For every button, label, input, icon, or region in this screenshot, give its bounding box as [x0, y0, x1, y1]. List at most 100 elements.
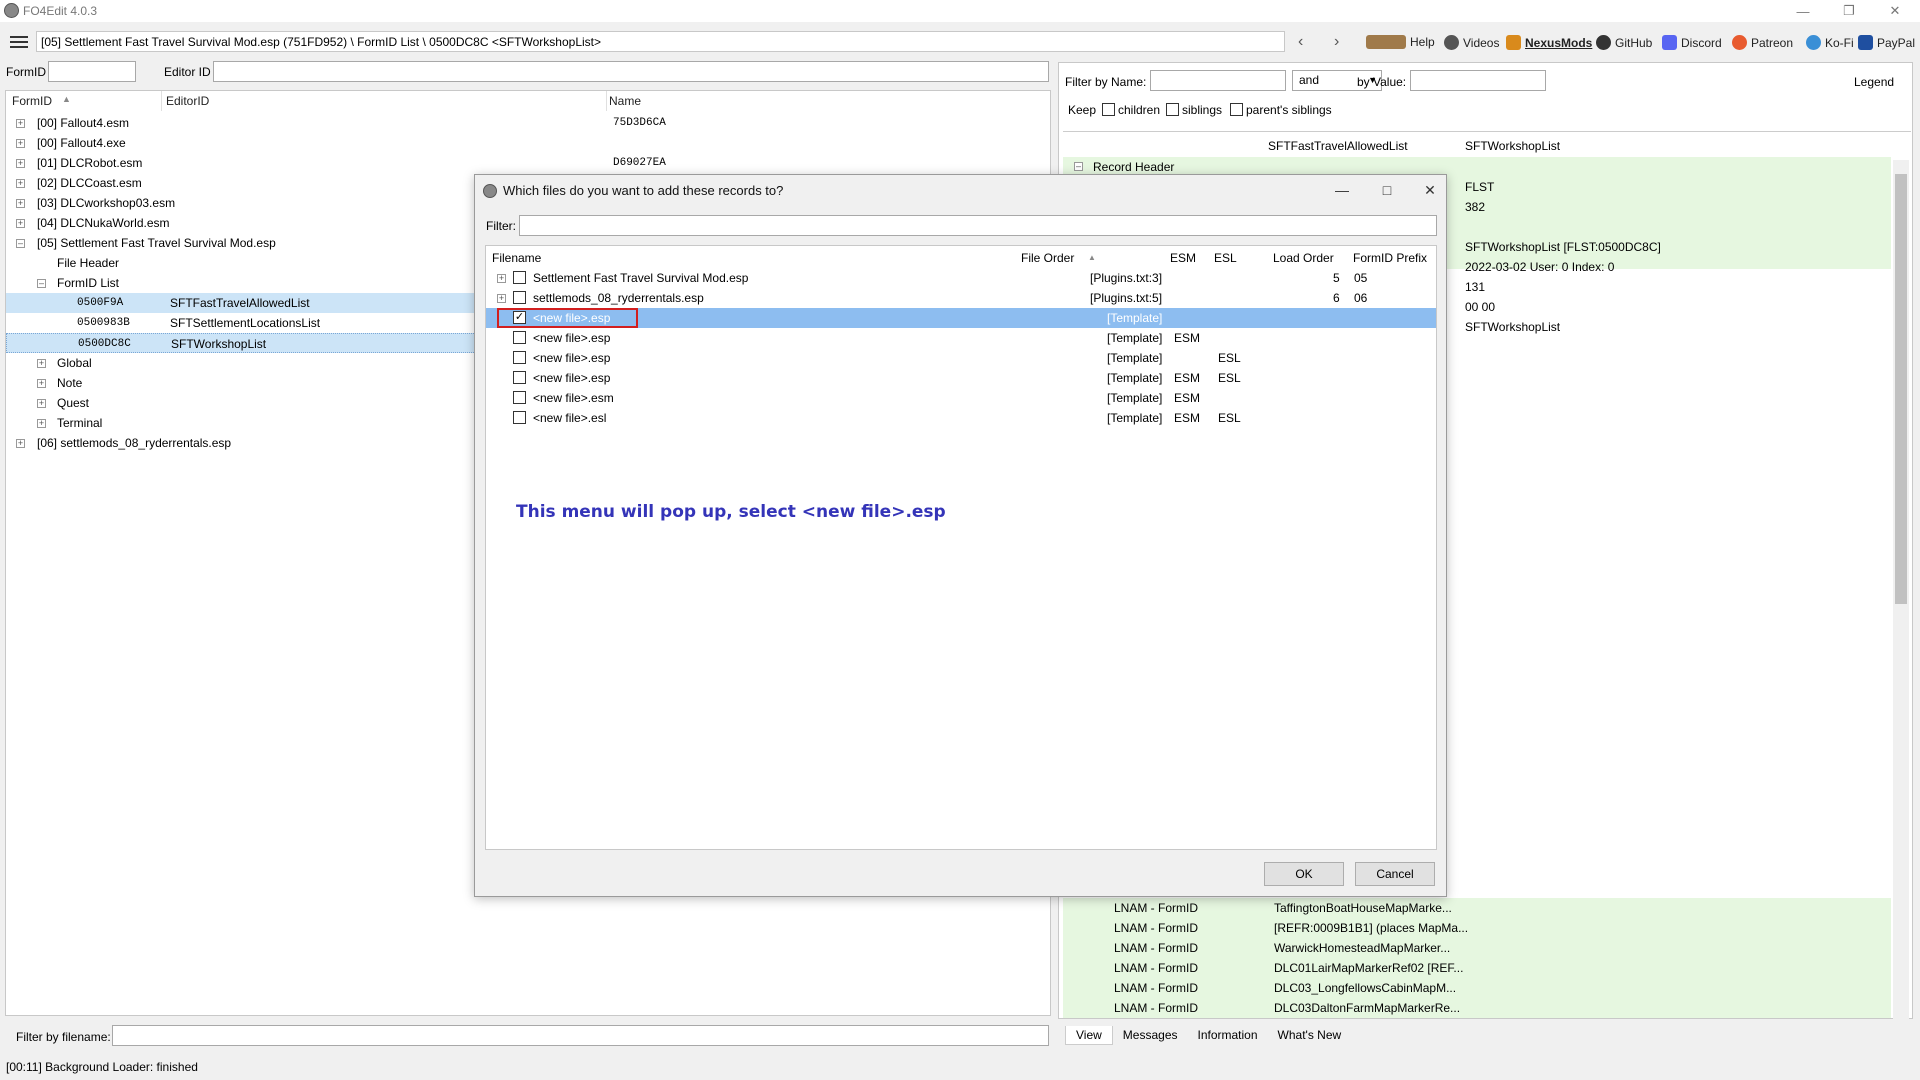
editorid-input[interactable] — [213, 61, 1049, 82]
collapse-icon[interactable]: – — [1074, 162, 1083, 171]
minimize-icon[interactable]: — — [1327, 179, 1357, 201]
app-icon — [483, 183, 497, 198]
file-row[interactable]: <new file>.esp [Template] ESL — [486, 348, 1436, 368]
menu-icon[interactable] — [10, 36, 28, 48]
parents-siblings-checkbox[interactable] — [1230, 103, 1243, 116]
tab-view[interactable]: View — [1065, 1026, 1113, 1045]
highlight-annotation-box — [497, 308, 638, 328]
paypal-icon — [1858, 35, 1873, 50]
file-checkbox[interactable] — [513, 291, 526, 304]
tab-information[interactable]: Information — [1188, 1026, 1268, 1045]
maximize-icon[interactable]: □ — [1372, 179, 1402, 201]
cancel-button[interactable]: Cancel — [1355, 862, 1435, 886]
filter-name-label: Filter by Name: — [1065, 75, 1147, 89]
restore-icon[interactable]: ❐ — [1826, 0, 1872, 22]
file-row[interactable]: <new file>.esl [Template] ESM ESL — [486, 408, 1436, 428]
editorid-label: Editor ID — [164, 65, 211, 79]
back-arrow-icon[interactable]: ‹ — [1298, 33, 1303, 51]
siblings-checkbox[interactable] — [1166, 103, 1179, 116]
close-icon[interactable]: ✕ — [1872, 0, 1918, 22]
tree-row[interactable]: + [00] Fallout4.exe — [6, 133, 1046, 153]
expand-icon[interactable]: + — [16, 139, 25, 148]
col-formid[interactable]: FormID — [12, 94, 52, 108]
add-records-dialog: Which files do you want to add these rec… — [474, 174, 1447, 897]
col-name[interactable]: Name — [609, 94, 641, 108]
filter-name-input[interactable] — [1150, 70, 1286, 91]
tab-messages[interactable]: Messages — [1113, 1026, 1188, 1045]
title-bar: FO4Edit 4.0.3 — ❐ ✕ — [0, 0, 1920, 22]
tree-row-selected[interactable]: 0500DC8C SFTWorkshopList — [6, 333, 476, 353]
videos-link[interactable]: Videos — [1444, 35, 1499, 50]
ok-button[interactable]: OK — [1264, 862, 1344, 886]
dialog-filter-input[interactable] — [519, 215, 1437, 236]
expand-icon[interactable]: + — [37, 419, 46, 428]
file-row[interactable]: + Settlement Fast Travel Survival Mod.es… — [486, 268, 1436, 288]
scrollbar-thumb[interactable] — [1895, 174, 1907, 604]
file-checkbox[interactable] — [513, 271, 526, 284]
file-row[interactable]: + settlemods_08_ryderrentals.esp [Plugin… — [486, 288, 1436, 308]
file-checkbox[interactable] — [513, 331, 526, 344]
annotation-text: This menu will pop up, select <new file>… — [516, 502, 946, 522]
expand-icon[interactable]: + — [37, 379, 46, 388]
record-col-header: SFTFastTravelAllowedList — [1268, 139, 1408, 153]
close-icon[interactable]: ✕ — [1415, 179, 1445, 201]
book-icon — [1366, 35, 1406, 49]
by-value-label: by Value: — [1357, 75, 1407, 89]
collapse-icon[interactable]: – — [37, 279, 46, 288]
expand-icon[interactable]: + — [16, 119, 25, 128]
paypal-link[interactable]: PayPal — [1858, 35, 1915, 50]
collapse-icon[interactable]: – — [16, 239, 25, 248]
file-row-selected[interactable]: ✓ <new file>.esp [Template] — [486, 308, 1436, 328]
toolbar: [05] Settlement Fast Travel Survival Mod… — [0, 24, 1920, 60]
file-row[interactable]: <new file>.esm [Template] ESM — [486, 388, 1436, 408]
tree-row[interactable]: + [01] DLCRobot.esm D69027EA — [6, 153, 1046, 173]
children-label: children — [1118, 103, 1161, 117]
expand-icon[interactable]: + — [37, 359, 46, 368]
record-col-header: SFTWorkshopList — [1465, 139, 1561, 153]
expand-icon[interactable]: + — [497, 274, 506, 283]
legend-button[interactable]: Legend — [1854, 75, 1894, 89]
sort-asc-icon: ▲ — [1088, 253, 1096, 262]
file-list[interactable]: Filename File Order ▲ ESM ESL Load Order… — [485, 245, 1437, 850]
col-editorid[interactable]: EditorID — [166, 94, 209, 108]
formid-input[interactable] — [48, 61, 136, 82]
children-checkbox[interactable] — [1102, 103, 1115, 116]
nexusmods-link[interactable]: NexusMods — [1506, 35, 1592, 50]
formid-label: FormID — [6, 65, 46, 79]
status-bar: [00:11] Background Loader: finished — [0, 1056, 1920, 1080]
forward-arrow-icon[interactable]: › — [1334, 33, 1339, 51]
expand-icon[interactable]: + — [16, 199, 25, 208]
kofi-link[interactable]: Ko-Fi — [1806, 35, 1854, 50]
expand-icon[interactable]: + — [16, 219, 25, 228]
sort-asc-icon: ▲ — [62, 94, 71, 104]
siblings-label: siblings — [1182, 103, 1223, 117]
bottom-tabs: View Messages Information What's New — [1065, 1026, 1351, 1045]
by-value-input[interactable] — [1410, 70, 1546, 91]
file-row[interactable]: <new file>.esp [Template] ESM ESL — [486, 368, 1436, 388]
file-checkbox[interactable] — [513, 411, 526, 424]
file-checkbox[interactable] — [513, 391, 526, 404]
file-row[interactable]: <new file>.esp [Template] ESM — [486, 328, 1436, 348]
minimize-icon[interactable]: — — [1780, 0, 1826, 22]
tree-row[interactable]: 0500F9A SFTFastTravelAllowedList — [6, 293, 476, 313]
app-title: FO4Edit 4.0.3 — [23, 4, 98, 18]
expand-icon[interactable]: + — [16, 179, 25, 188]
tab-whats-new[interactable]: What's New — [1268, 1026, 1352, 1045]
file-checkbox[interactable] — [513, 351, 526, 364]
tree-row[interactable]: + [00] Fallout4.esm 75D3D6CA — [6, 113, 1046, 133]
nexusmods-icon — [1506, 35, 1521, 50]
expand-icon[interactable]: + — [16, 439, 25, 448]
patreon-link[interactable]: Patreon — [1732, 35, 1793, 50]
path-field[interactable]: [05] Settlement Fast Travel Survival Mod… — [36, 31, 1285, 52]
file-checkbox[interactable] — [513, 371, 526, 384]
filter-filename-input[interactable] — [112, 1025, 1049, 1046]
expand-icon[interactable]: + — [16, 159, 25, 168]
kofi-icon — [1806, 35, 1821, 50]
expand-icon[interactable]: + — [497, 294, 506, 303]
help-link[interactable]: Help — [1366, 35, 1435, 49]
record-header-label: Record Header — [1093, 160, 1175, 174]
expand-icon[interactable]: + — [37, 399, 46, 408]
discord-link[interactable]: Discord — [1662, 35, 1722, 50]
github-link[interactable]: GitHub — [1596, 35, 1652, 50]
videos-icon — [1444, 35, 1459, 50]
